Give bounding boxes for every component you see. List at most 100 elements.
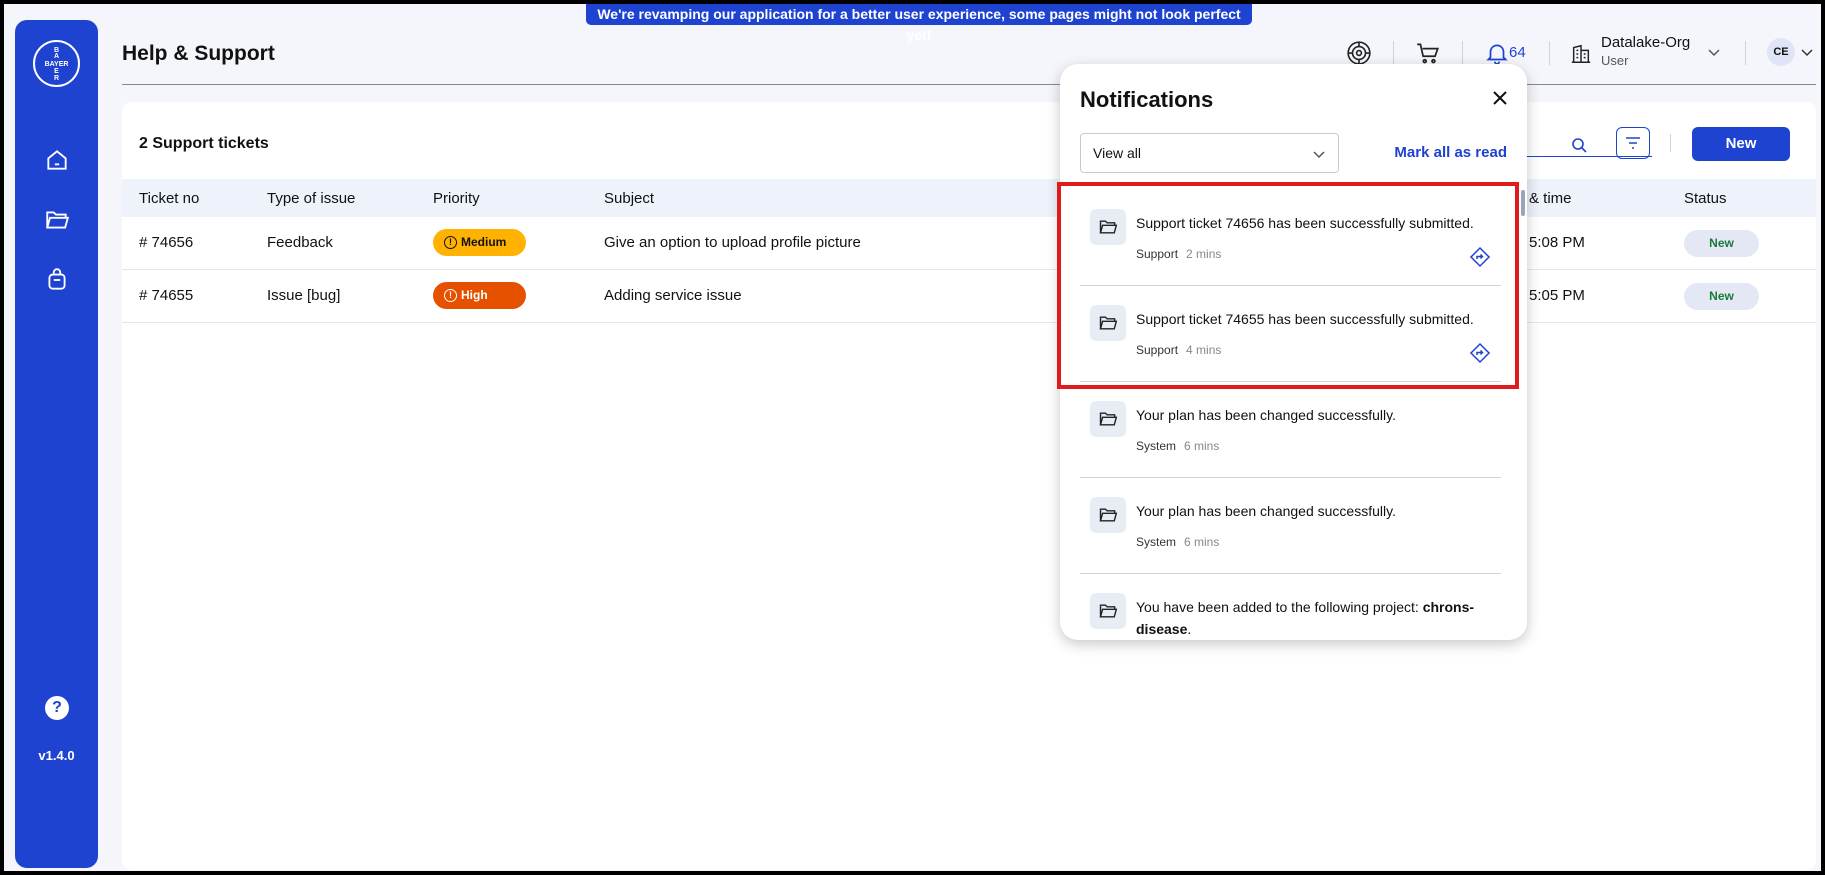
warning-icon: ! [444,289,457,302]
notification-text: Your plan has been changed successfully. [1136,407,1396,423]
status-badge: New [1684,230,1759,257]
notification-meta: Support 4 mins [1136,343,1221,357]
notifications-panel: Notifications View all Mark all as read … [1060,64,1527,640]
notification-item[interactable]: Your plan has been changed successfully.… [1080,478,1501,574]
notification-item[interactable]: You have been added to the following pro… [1080,574,1501,640]
svg-text:A: A [54,53,59,60]
page-title: Help & Support [122,42,275,65]
filter-icon [1626,137,1640,149]
new-ticket-button[interactable]: New [1692,127,1790,161]
header-separator [1549,41,1550,65]
notification-item[interactable]: Support ticket 74655 has been successful… [1080,286,1501,382]
header-divider [122,84,1816,85]
notification-meta: Support 2 mins [1136,247,1221,261]
status-badge: New [1684,283,1759,310]
table-row[interactable]: # 74655 Issue [bug] ! High Adding servic… [122,270,1816,323]
notification-text-suffix: . [1187,621,1192,637]
header-separator [1393,41,1394,65]
bayer-logo[interactable]: B A BAYER E R [33,40,80,87]
mark-all-read-link[interactable]: Mark all as read [1394,144,1507,161]
ticket-subject: Give an option to upload profile picture [604,234,861,251]
notification-count[interactable]: 64 [1509,44,1526,61]
table-header: Ticket no Type of issue Priority Subject… [122,179,1816,217]
svg-text:BAYER: BAYER [45,61,69,68]
cart-icon[interactable] [1415,40,1441,66]
org-name[interactable]: Datalake-Org [1601,34,1690,51]
notification-time: 4 mins [1186,343,1222,357]
folder-icon [1090,593,1126,629]
header-separator [1745,41,1746,65]
filter-selected-value: View all [1093,145,1141,161]
folder-icon [1090,209,1126,245]
filter-button[interactable] [1616,127,1650,159]
home-icon[interactable] [44,147,70,173]
issue-type: Issue [bug] [267,287,341,304]
folder-icon [1090,305,1126,341]
open-ticket-icon[interactable] [1469,342,1491,364]
settings-wheel-icon[interactable] [1346,40,1372,66]
search-icon[interactable] [1570,136,1588,154]
notification-time: 2 mins [1186,247,1222,261]
notification-text: You have been added to the following pro… [1136,596,1491,640]
column-header[interactable]: Subject [604,190,654,207]
column-header[interactable]: Ticket no [139,190,199,207]
ticket-time: 5:05 PM [1529,287,1585,304]
org-role: User [1601,53,1629,68]
ticket-time: 5:08 PM [1529,234,1585,251]
header-separator [1462,41,1463,65]
close-icon[interactable] [1490,88,1510,108]
bag-icon[interactable] [44,267,70,293]
toolbar-separator [1670,134,1671,152]
folder-icon [1090,401,1126,437]
notification-text: Support ticket 74655 has been successful… [1136,311,1474,327]
ticket-subject: Adding service issue [604,287,742,304]
notification-text: Your plan has been changed successfully. [1136,503,1396,519]
sidebar: B A BAYER E R ? v1.4.0 [15,20,98,868]
tickets-card: 2 Support tickets New Ticket no Type of … [122,102,1816,870]
open-ticket-icon[interactable] [1469,246,1491,268]
building-icon [1570,43,1592,65]
notification-item[interactable]: Support ticket 74656 has been successful… [1080,190,1501,286]
announcement-banner: We're revamping our application for a be… [586,4,1252,43]
notification-filter-select[interactable]: View all [1080,133,1339,173]
column-header[interactable]: Type of issue [267,190,355,207]
org-chevron-down-icon[interactable] [1707,45,1721,59]
avatar[interactable]: CE [1767,38,1795,66]
folder-icon [1090,497,1126,533]
notification-meta: System 6 mins [1136,439,1219,453]
priority-badge: ! High [433,282,526,309]
tickets-count-title: 2 Support tickets [139,135,269,152]
notification-source: System [1136,439,1177,453]
priority-label: High [461,288,488,302]
notification-source: System [1136,535,1177,549]
scrollbar[interactable] [1521,190,1525,216]
table-row[interactable]: # 74656 Feedback ! Medium Give an option… [122,217,1816,270]
bell-icon[interactable] [1484,40,1510,66]
ticket-number: # 74656 [139,234,194,251]
warning-icon: ! [444,236,457,249]
notification-time: 6 mins [1184,439,1220,453]
notification-meta: System 6 mins [1136,535,1219,549]
notification-item[interactable]: Your plan has been changed successfully.… [1080,382,1501,478]
notification-time: 6 mins [1184,535,1220,549]
folder-icon[interactable] [44,207,70,233]
app-version: v1.4.0 [38,748,75,763]
svg-text:E: E [54,68,59,75]
notifications-title: Notifications [1080,87,1214,112]
column-header[interactable]: Status [1684,190,1727,207]
priority-badge: ! Medium [433,229,526,256]
help-icon[interactable]: ? [45,696,69,720]
notification-text-prefix: You have been added to the following pro… [1136,599,1423,615]
svg-text:R: R [54,75,59,82]
column-header[interactable]: Priority [433,190,480,207]
notification-text: Support ticket 74656 has been successful… [1136,215,1474,231]
profile-chevron-down-icon[interactable] [1800,45,1814,59]
issue-type: Feedback [267,234,333,251]
ticket-number: # 74655 [139,287,194,304]
column-header[interactable]: & time [1529,190,1572,207]
notification-source: Support [1136,247,1179,261]
bayer-cross-logo: B A BAYER E R [45,47,69,82]
chevron-down-icon [1312,147,1326,161]
priority-label: Medium [461,235,507,249]
notification-source: Support [1136,343,1179,357]
